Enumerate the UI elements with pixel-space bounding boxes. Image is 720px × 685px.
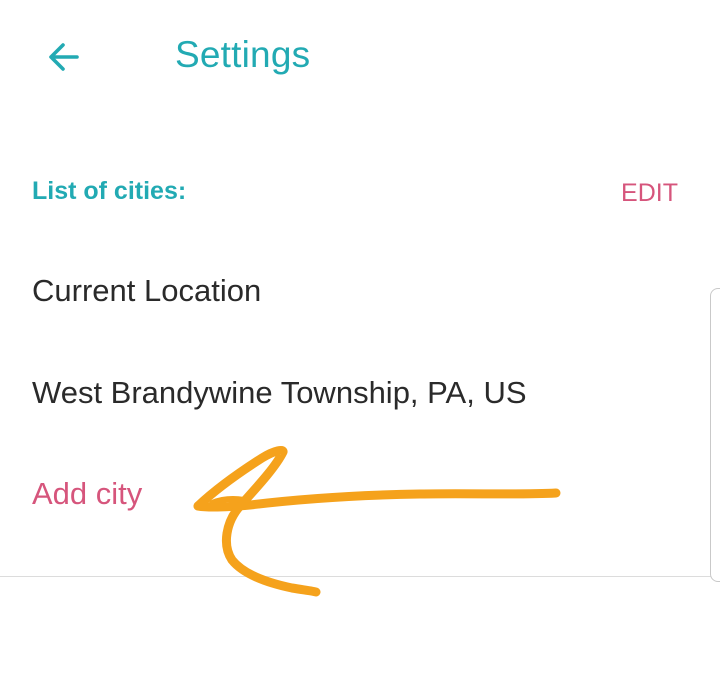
arrow-left-icon xyxy=(49,43,79,71)
app-bar: Settings xyxy=(0,0,720,112)
divider xyxy=(0,576,720,577)
city-item-west-brandywine[interactable]: West Brandywine Township, PA, US xyxy=(32,373,527,413)
city-item-current-location[interactable]: Current Location xyxy=(32,271,261,311)
back-button[interactable] xyxy=(40,33,88,81)
add-city-button[interactable]: Add city xyxy=(32,474,142,514)
cities-section-header: List of cities: xyxy=(32,177,187,205)
edge-panel-handle[interactable] xyxy=(710,288,720,582)
page-title: Settings xyxy=(175,34,311,75)
edit-button[interactable]: EDIT xyxy=(621,176,678,210)
